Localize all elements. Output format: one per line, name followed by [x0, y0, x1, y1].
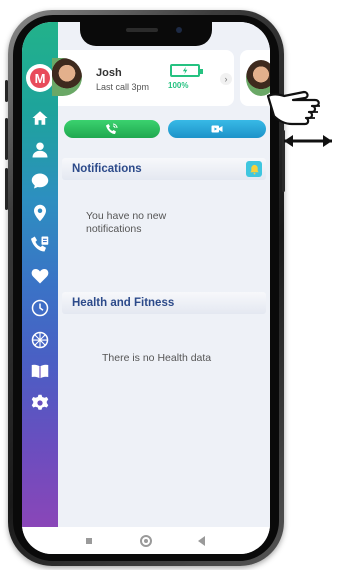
- home-icon: [32, 111, 48, 125]
- battery-percent: 100%: [168, 81, 189, 90]
- health-empty-text: There is no Health data: [102, 352, 212, 364]
- phone-screen: M Josh Last call 3pm 100% › Notification…: [22, 22, 270, 554]
- sidebar-item-health[interactable]: [28, 264, 52, 288]
- sidebar-item-settings[interactable]: [28, 391, 52, 415]
- recents-button[interactable]: [86, 538, 92, 544]
- logo-letter: M: [30, 68, 50, 88]
- sidebar-item-schedule[interactable]: [28, 296, 52, 320]
- front-camera: [176, 27, 182, 33]
- sidebar-item-home[interactable]: [28, 106, 52, 130]
- speaker-grille: [126, 28, 158, 32]
- location-pin-icon: [34, 204, 46, 222]
- battery-icon: [170, 64, 203, 77]
- notch: [80, 22, 212, 46]
- app-logo[interactable]: M: [26, 64, 54, 92]
- clock-icon: [31, 299, 49, 317]
- chat-icon: [31, 173, 49, 189]
- chevron-right-icon[interactable]: ›: [220, 73, 232, 85]
- sidebar-item-location[interactable]: [28, 201, 52, 225]
- contact-card[interactable]: Josh Last call 3pm 100% ›: [52, 50, 234, 106]
- back-button[interactable]: [198, 536, 205, 546]
- sidebar-item-contacts[interactable]: [28, 232, 52, 256]
- home-button[interactable]: [140, 535, 152, 547]
- contact-name: Josh: [96, 67, 122, 79]
- gear-icon: [31, 394, 49, 410]
- notifications-header: Notifications: [62, 158, 266, 180]
- notifications-empty-text: You have no new notifications: [86, 210, 167, 235]
- contact-last-call: Last call 3pm: [96, 82, 150, 92]
- person-icon: [32, 142, 48, 158]
- compass-icon: [31, 331, 49, 349]
- sidebar: M: [22, 22, 58, 527]
- sidebar-item-explore[interactable]: [28, 328, 52, 352]
- voice-call-button[interactable]: [64, 120, 160, 138]
- video-camera-icon: [211, 125, 223, 133]
- book-icon: [31, 364, 49, 379]
- pointing-hand-icon: [266, 90, 320, 126]
- phone-icon: [106, 123, 118, 134]
- android-nav-bar: [22, 527, 270, 554]
- heart-icon: [31, 268, 49, 284]
- contact-avatar: [52, 58, 82, 96]
- main-content: Josh Last call 3pm 100% › Notifications …: [52, 22, 270, 527]
- sidebar-item-profile[interactable]: [28, 138, 52, 162]
- video-call-button[interactable]: [168, 120, 266, 138]
- sidebar-item-library[interactable]: [28, 359, 52, 383]
- health-title: Health and Fitness: [72, 297, 175, 309]
- phone-contacts-icon: [31, 236, 49, 252]
- bell-icon[interactable]: [246, 161, 262, 177]
- horizontal-swipe-arrow-icon: [284, 135, 332, 147]
- notifications-title: Notifications: [72, 163, 142, 175]
- health-header: Health and Fitness: [62, 292, 266, 314]
- sidebar-item-chat[interactable]: [28, 169, 52, 193]
